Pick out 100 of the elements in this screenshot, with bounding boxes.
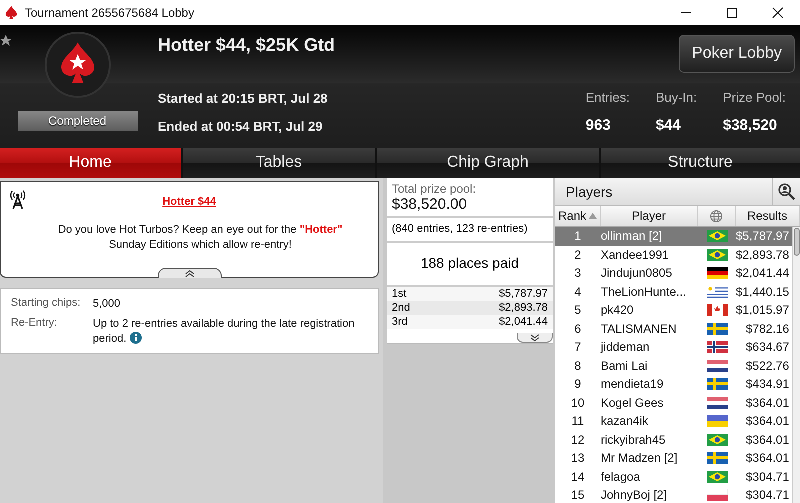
rank-cell-text: 10	[570, 396, 586, 410]
player-name-cell-text: Bami Lai	[601, 358, 649, 373]
search-icon	[778, 182, 796, 200]
ukraine-flag-icon	[706, 415, 728, 428]
result-cell-text: $5,787.97	[736, 229, 790, 244]
rank-cell-text: 3	[574, 266, 582, 280]
result-cell-text: $1,015.97	[736, 303, 790, 318]
tab[interactable]: Home	[0, 148, 181, 178]
tab[interactable]: Tables	[183, 148, 375, 178]
window-title: Tournament 2655675684 Lobby	[25, 6, 194, 20]
result-cell-text: $2,041.44	[736, 266, 790, 280]
brazil-flag-icon	[706, 434, 728, 446]
rank-cell-text: 4	[574, 284, 582, 299]
netherlands-flag-icon	[706, 360, 728, 372]
total-prize-label: Total prize pool:	[391, 181, 478, 196]
netherlands-flag-icon	[706, 396, 728, 409]
prize-amount-cell: $2,041.44	[499, 316, 548, 328]
prize-amount-cell: $2,893.78	[499, 302, 548, 314]
player-name-cell-text: Xandee1991	[601, 248, 670, 262]
place-cell: 2nd	[392, 302, 410, 314]
player-row[interactable]: 3 Jindujun0805 $2,041.44	[555, 264, 792, 282]
rank-cell-text: 12	[570, 432, 586, 447]
sort-up-icon	[588, 213, 596, 219]
star-icon[interactable]	[0, 35, 12, 47]
rank-cell-text: 7	[574, 340, 582, 354]
stat-label: Prize Pool:	[723, 90, 786, 105]
player-row[interactable]: 6 TALISMANEN $782.16	[555, 320, 792, 338]
close-icon[interactable]	[772, 6, 784, 18]
stat-value: $38,520	[723, 117, 778, 134]
result-cell-text: $364.01	[745, 432, 790, 447]
sweden-flag-icon	[706, 452, 728, 464]
detail-label: Starting chips:	[11, 297, 82, 311]
rank-cell-text: 2	[574, 248, 582, 262]
player-row[interactable]: 9 mendieta19 $434.91	[555, 375, 792, 394]
result-cell-text: $304.71	[745, 470, 790, 484]
globe-icon[interactable]	[710, 210, 723, 222]
rank-cell-text: 6	[574, 322, 582, 336]
end-time: Ended at 00:54 BRT, Jul 29	[158, 118, 324, 134]
place-cell: 1st	[392, 288, 407, 300]
expand-tab[interactable]	[517, 333, 553, 343]
column-header[interactable]: Results	[736, 206, 800, 226]
detail-label: Re-Entry:	[11, 317, 58, 331]
norway-flag-icon	[706, 341, 728, 354]
player-row[interactable]: 12 rickyibrah45 $364.01	[555, 430, 792, 449]
spade-logo-icon	[44, 31, 112, 99]
player-name-cell-text: pk420	[601, 303, 635, 318]
column-header[interactable]: Rank	[555, 206, 601, 226]
maximize-icon[interactable]	[726, 6, 738, 18]
player-row[interactable]: 4 TheLionHunte... $1,440.15	[555, 282, 792, 301]
stat-value: $44	[656, 117, 681, 134]
player-row[interactable]: 2 Xandee1991 $2,893.78	[555, 246, 792, 264]
tab[interactable]: Structure	[601, 148, 800, 178]
announcement-title-link[interactable]: Hotter $44	[162, 196, 216, 208]
player-name-cell-text: kazan4ik	[601, 414, 650, 428]
player-row[interactable]: 1 ollinman [2] $5,787.97	[555, 227, 792, 246]
start-time: Started at 20:15 BRT, Jul 28	[158, 90, 328, 106]
player-row[interactable]: 7 jiddeman $634.67	[555, 338, 792, 356]
player-row[interactable]: 14 felagoa $304.71	[555, 468, 792, 486]
scrollbar[interactable]	[792, 227, 800, 503]
rank-cell-text: 13	[570, 451, 586, 466]
canada-flag-icon	[706, 304, 728, 316]
player-name-cell-text: Jindujun0805	[601, 266, 674, 280]
rank-cell-text: 5	[574, 303, 582, 318]
total-prize-value: $38,520.00	[387, 196, 553, 218]
result-cell-text: $634.67	[745, 340, 790, 354]
player-row[interactable]: 11 kazan4ik $364.01	[555, 412, 792, 430]
status-ribbon: Completed	[18, 111, 138, 131]
brazil-flag-icon	[706, 230, 728, 242]
poker-lobby-button[interactable]: Poker Lobby	[679, 35, 795, 73]
broadcast-tower-icon	[9, 190, 27, 210]
player-row[interactable]: 15 JohnyBoj [2] $304.71	[555, 486, 792, 503]
stat-label: Entries:	[586, 90, 630, 105]
player-row[interactable]: 13 Mr Madzen [2] $364.01	[555, 449, 792, 468]
player-name-cell-text: felagoa	[601, 470, 642, 484]
result-cell-text: $1,440.15	[736, 284, 790, 299]
player-name-cell-text: rickyibrah45	[601, 432, 667, 447]
stat-label: Buy-In:	[656, 90, 698, 105]
info-icon[interactable]	[130, 332, 142, 344]
collapse-tab[interactable]	[158, 268, 222, 278]
tab[interactable]: Chip Graph	[377, 148, 599, 178]
result-cell-text: $2,893.78	[736, 248, 790, 262]
player-row[interactable]: 8 Bami Lai $522.76	[555, 356, 792, 375]
germany-flag-icon	[706, 267, 728, 280]
rank-cell-text: 9	[574, 377, 582, 392]
player-name-cell-text: mendieta19	[601, 377, 665, 392]
column-header[interactable]: Player	[601, 206, 698, 226]
result-cell-text: $434.91	[745, 377, 790, 392]
brazil-flag-icon	[706, 248, 728, 261]
player-name-cell-text: Mr Madzen [2]	[601, 451, 679, 466]
player-name-cell-text: TALISMANEN	[601, 322, 678, 336]
announcement-message: Do you love Hot Turbos? Keep an eye out for the "Hotter" Sunday Editions which allow re-entry!	[57, 223, 344, 253]
player-name-cell-text: TheLionHunte...	[601, 284, 688, 299]
players-title: Players	[565, 184, 613, 200]
uruguay-flag-icon	[706, 286, 728, 298]
result-cell-text: $364.01	[745, 414, 790, 428]
player-name-cell-text: ollinman [2]	[601, 229, 664, 244]
player-row[interactable]: 5 pk420 $1,015.97	[555, 301, 792, 320]
detail-value: 5,000	[93, 297, 122, 312]
player-row[interactable]: 10 Kogel Gees $364.01	[555, 394, 792, 412]
sweden-flag-icon	[706, 378, 728, 390]
